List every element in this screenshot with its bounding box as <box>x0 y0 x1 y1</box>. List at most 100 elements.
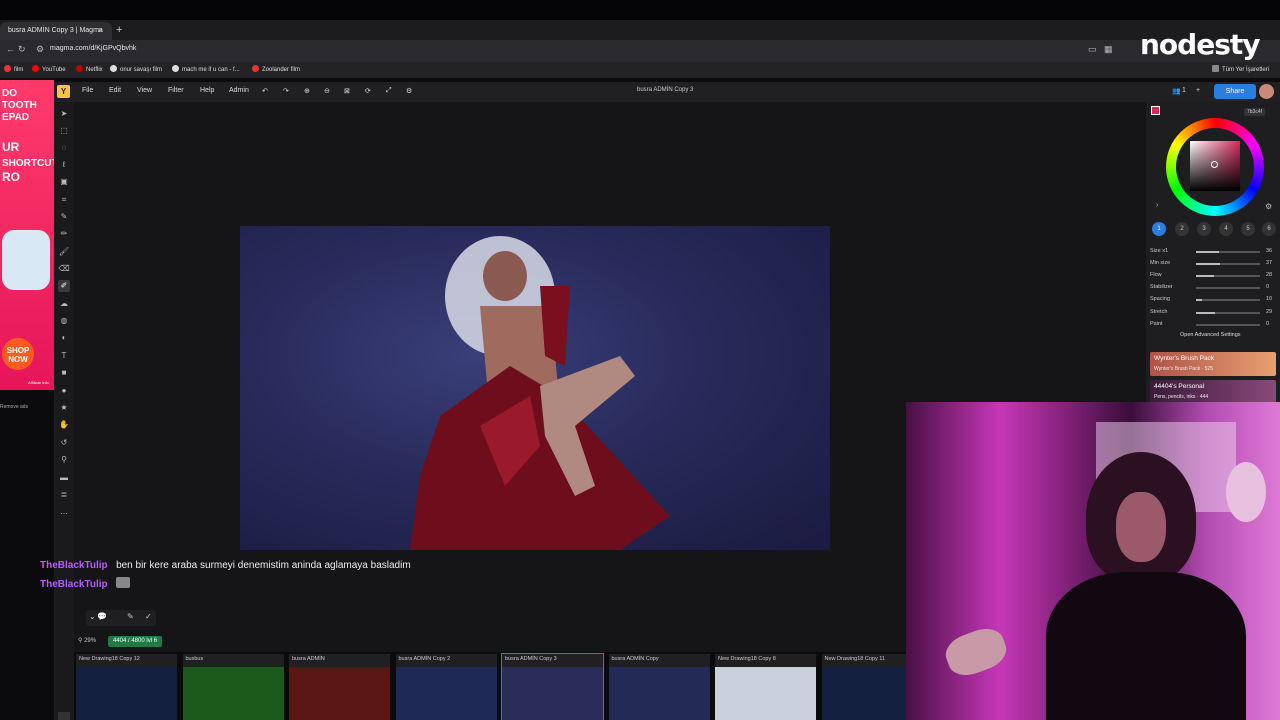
rect-select-icon[interactable]: ⬚ <box>58 125 70 137</box>
brush-prop-value[interactable]: 36 <box>1266 248 1272 254</box>
zoom-level[interactable]: ⚲ 29% <box>78 637 96 644</box>
bookmark-film[interactable]: film <box>4 64 23 76</box>
browser-tab[interactable]: busra ADMİN Copy 3 | Magma <box>0 22 112 40</box>
rectangle-icon[interactable]: ■ <box>58 367 70 379</box>
zoom-out-icon[interactable]: ⊖ <box>324 87 330 95</box>
brush-pack-card[interactable]: Wynter's Brush Pack Wynter's Brush Pack … <box>1150 352 1276 376</box>
bookmark-youtube[interactable]: YouTube <box>32 64 66 76</box>
screen-icon[interactable]: ▭ <box>1088 44 1097 55</box>
layers-icon[interactable]: ≣ <box>58 489 70 501</box>
circle-icon[interactable]: ● <box>58 385 70 397</box>
drawing-thumbnail[interactable]: busra ADMİN Copy 2 <box>395 654 497 720</box>
color-settings-icon[interactable]: ⚙ <box>1265 202 1272 211</box>
rotate-view-icon[interactable]: ↺ <box>58 437 70 449</box>
transform-icon[interactable]: ▣ <box>58 176 70 188</box>
magma-logo-icon[interactable]: Y <box>57 85 70 98</box>
color-picker-handle[interactable] <box>1211 161 1218 168</box>
primary-color-swatch[interactable] <box>1151 106 1160 115</box>
drawing-canvas[interactable] <box>240 226 830 550</box>
pencil-icon[interactable]: ✏ <box>58 228 70 240</box>
bookmark-zoolander[interactable]: Zoolander film <box>252 64 300 76</box>
expand-icon[interactable]: › <box>1156 202 1158 209</box>
brush-prop-slider[interactable] <box>1196 312 1260 314</box>
brush-prop-value[interactable]: 29 <box>1266 309 1272 315</box>
avatar[interactable] <box>1259 84 1274 99</box>
fill-icon[interactable]: ◍ <box>58 315 70 327</box>
brush-pack-card[interactable]: 44404's Personal Pens, pencils, inks · 4… <box>1150 380 1276 404</box>
smudge-icon[interactable]: ☁ <box>58 298 70 310</box>
crop-icon[interactable]: ⌗ <box>58 194 70 206</box>
drawing-thumbnail[interactable]: New Drawing18 Copy 12 <box>76 654 177 720</box>
remove-ads-link[interactable]: Remove ads <box>0 404 28 410</box>
settings-icon[interactable]: ⚙ <box>406 87 412 95</box>
brush-preset-6[interactable]: 6 <box>1262 222 1276 236</box>
extension-icon[interactable]: ▦ <box>1104 44 1113 55</box>
bookmark-onur[interactable]: onur savaşı film <box>110 64 162 76</box>
brush-prop-slider[interactable] <box>1196 324 1260 326</box>
eraser-icon[interactable]: ⌫ <box>58 263 70 275</box>
brush-prop-value[interactable]: 10 <box>1266 296 1272 302</box>
brush-prop-slider[interactable] <box>1196 299 1260 301</box>
reload-icon[interactable]: ↻ <box>18 44 26 55</box>
brush-prop-slider[interactable] <box>1196 275 1260 277</box>
chat-icon[interactable]: 💬 <box>97 612 107 621</box>
check-icon[interactable]: ✓ <box>145 612 152 621</box>
fullscreen-icon[interactable]: ⤢ <box>386 87 392 95</box>
hand-icon[interactable]: ✋ <box>58 419 70 431</box>
bookmark-netflix[interactable]: Netflix <box>76 64 103 76</box>
menu-help[interactable]: Help <box>200 87 214 94</box>
more-icon[interactable]: ⋯ <box>58 508 70 520</box>
undo-icon[interactable]: ↶ <box>262 87 268 95</box>
drawing-thumbnail[interactable]: busra ADMİN Copy <box>608 654 710 720</box>
comment-icon[interactable]: ▬ <box>58 472 70 484</box>
drawing-thumbnail[interactable]: busra ADMİN <box>289 654 390 720</box>
site-info-icon[interactable]: ⚙ <box>36 44 44 55</box>
brush-preset-5[interactable]: 5 <box>1241 222 1255 236</box>
brush-prop-slider[interactable] <box>1196 263 1260 265</box>
zoom-in-icon[interactable]: ⊕ <box>304 87 310 95</box>
url-text[interactable]: magma.com/d/KjGPvQbvhk <box>50 45 136 52</box>
brush-preset-3[interactable]: 3 <box>1197 222 1211 236</box>
move-tool-icon[interactable]: ➤ <box>58 108 70 120</box>
brush-active-icon[interactable]: ✐ <box>58 280 70 292</box>
rotate-icon[interactable]: ⟳ <box>365 87 371 95</box>
drawing-thumbnail[interactable]: busbus <box>182 654 284 720</box>
ellipse-select-icon[interactable]: ◌ <box>58 142 70 154</box>
drawing-thumbnail[interactable]: New Drawing18 Copy 8 <box>715 654 816 720</box>
chevron-down-icon[interactable]: ⌄ <box>89 612 96 621</box>
menu-file[interactable]: File <box>82 87 93 94</box>
brush-prop-value[interactable]: 0 <box>1266 284 1269 290</box>
close-tab-icon[interactable]: × <box>98 22 108 40</box>
lasso-icon[interactable]: ℓ <box>58 159 70 171</box>
eyedropper-icon[interactable]: ✎ <box>58 211 70 223</box>
menu-admin[interactable]: Admin <box>229 87 249 94</box>
text-icon[interactable]: T <box>58 350 70 362</box>
pen-pressure-icon[interactable]: ✎ <box>127 612 134 621</box>
redo-icon[interactable]: ↷ <box>283 87 289 95</box>
add-user-icon[interactable]: + <box>1196 87 1200 94</box>
brush-prop-value[interactable]: 37 <box>1266 260 1272 266</box>
gradient-icon[interactable]: ◐ <box>58 332 70 344</box>
menu-filter[interactable]: Filter <box>168 87 184 94</box>
brush-prop-value[interactable]: 0 <box>1266 321 1269 327</box>
new-tab-button[interactable]: + <box>116 22 128 38</box>
brush-preset-4[interactable]: 4 <box>1219 222 1233 236</box>
users-icon[interactable]: 👥 <box>1172 87 1181 95</box>
brush-preset-2[interactable]: 2 <box>1175 222 1189 236</box>
shop-now-button[interactable]: SHOP NOW <box>2 338 34 370</box>
brush-icon[interactable]: 🖌 <box>58 246 70 258</box>
brush-preset-1[interactable]: 1 <box>1152 222 1166 236</box>
brush-prop-slider[interactable] <box>1196 251 1260 253</box>
back-icon[interactable]: ← <box>6 44 15 54</box>
open-advanced-settings[interactable]: Open Advanced Settings <box>1180 332 1241 338</box>
bookmark-mach[interactable]: mach me if u can - f... <box>172 64 240 76</box>
shape-icon[interactable]: ★ <box>58 402 70 414</box>
bottom-left-icon[interactable] <box>58 712 70 720</box>
zoom-icon[interactable]: ⚲ <box>58 454 70 466</box>
all-bookmarks[interactable]: Tüm Yer İşaretleri <box>1212 64 1269 76</box>
menu-view[interactable]: View <box>137 87 152 94</box>
brush-prop-value[interactable]: 28 <box>1266 272 1272 278</box>
fit-icon[interactable]: ⊠ <box>344 87 350 95</box>
brush-prop-slider[interactable] <box>1196 287 1260 289</box>
share-button[interactable]: Share <box>1214 84 1256 99</box>
